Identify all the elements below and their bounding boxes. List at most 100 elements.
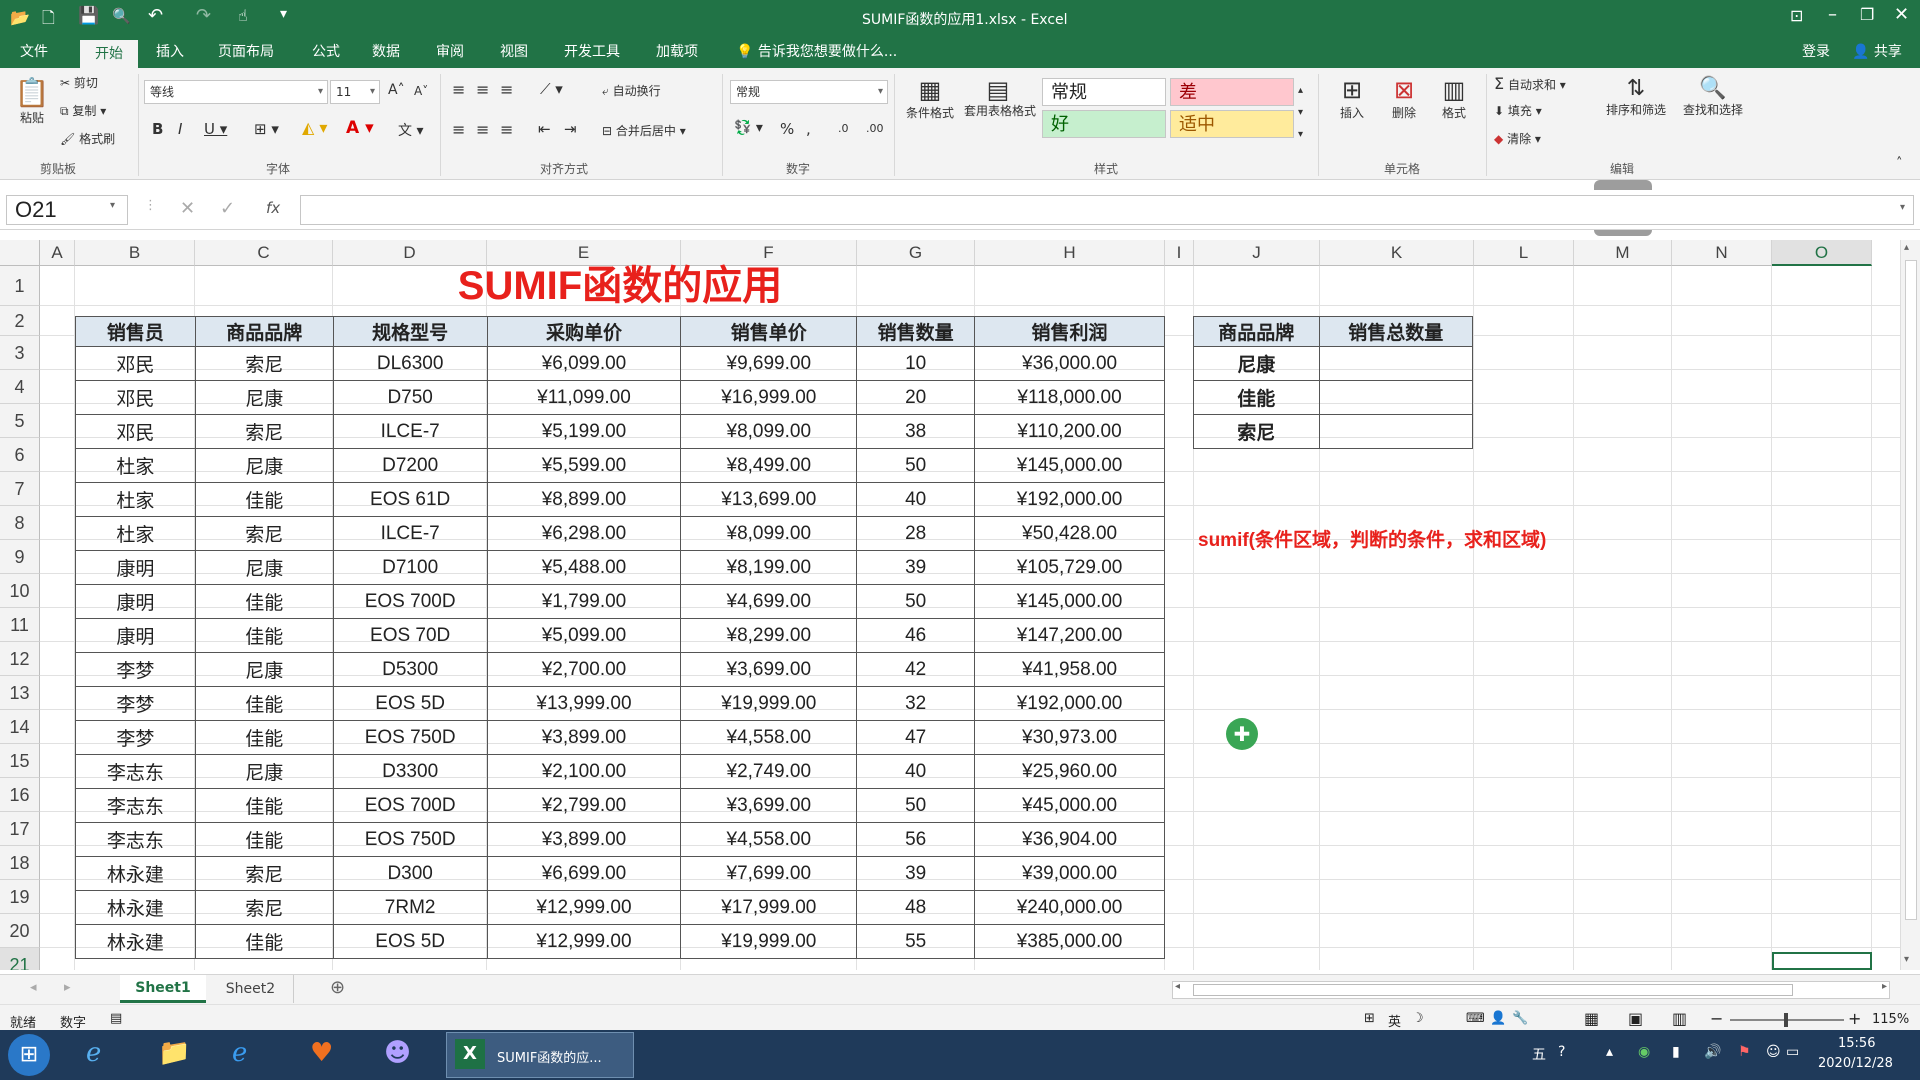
table-cell[interactable]: ¥5,199.00 — [486, 414, 682, 449]
table-cell[interactable]: ¥7,699.00 — [680, 856, 858, 891]
summary-total-cell[interactable] — [1318, 414, 1474, 449]
tab-scroll-right-icon[interactable]: ▸ — [64, 980, 71, 995]
table-cell[interactable]: ¥192,000.00 — [974, 482, 1165, 517]
table-cell[interactable]: ¥6,298.00 — [486, 516, 682, 551]
table-cell[interactable]: ¥13,699.00 — [680, 482, 858, 517]
number-format-select[interactable]: 常规 — [730, 80, 888, 104]
table-cell[interactable]: ILCE-7 — [332, 516, 488, 551]
table-cell[interactable]: ¥12,999.00 — [486, 924, 682, 959]
table-cell[interactable]: 佳能 — [194, 822, 334, 857]
cut-button[interactable]: ✂ 剪切 — [60, 74, 98, 91]
table-cell[interactable]: 李梦 — [75, 686, 196, 721]
tab-insert[interactable]: 插入 — [150, 36, 190, 68]
ime-icon[interactable]: ⊞ — [1364, 1011, 1375, 1026]
table-cell[interactable]: 康明 — [75, 584, 196, 619]
table-cell[interactable]: ¥8,199.00 — [680, 550, 858, 585]
table-cell[interactable]: ¥147,200.00 — [974, 618, 1165, 653]
fill-button[interactable]: ⬇ 填充 ▾ — [1494, 102, 1542, 119]
table-cell[interactable]: ¥11,099.00 — [486, 380, 682, 415]
table-cell[interactable]: 47 — [856, 720, 976, 755]
row-header-10[interactable]: 10 — [0, 574, 40, 608]
table-cell[interactable]: ¥192,000.00 — [974, 686, 1165, 721]
paste-button[interactable]: 📋 粘贴 — [14, 76, 50, 126]
table-cell[interactable]: 40 — [856, 754, 976, 789]
table-cell[interactable]: ¥3,699.00 — [680, 788, 858, 823]
scroll-left-icon[interactable]: ◂ — [1175, 981, 1180, 992]
percent-icon[interactable]: % — [780, 120, 794, 138]
style-normal[interactable]: 常规 — [1042, 78, 1166, 106]
table-cell[interactable]: ¥1,799.00 — [486, 584, 682, 619]
comma-icon[interactable]: , — [806, 120, 811, 138]
increase-decimal-icon[interactable]: .0 — [838, 122, 849, 135]
table-cell[interactable]: ¥110,200.00 — [974, 414, 1165, 449]
tab-developer[interactable]: 开发工具 — [558, 36, 626, 68]
volume-tray-icon[interactable]: 🔊 — [1704, 1044, 1721, 1060]
column-header-n[interactable]: N — [1672, 240, 1772, 266]
table-cell[interactable]: ¥36,000.00 — [974, 346, 1165, 381]
table-cell[interactable]: D7200 — [332, 448, 488, 483]
table-cell[interactable]: ¥16,999.00 — [680, 380, 858, 415]
table-cell[interactable]: 林永建 — [75, 890, 196, 925]
table-cell[interactable]: 50 — [856, 788, 976, 823]
excel-taskbar-button[interactable]: X SUMIF函数的应... — [446, 1032, 634, 1078]
column-header-e[interactable]: E — [487, 240, 681, 266]
table-cell[interactable]: ¥6,699.00 — [486, 856, 682, 891]
increase-font-icon[interactable]: A˄ — [388, 82, 405, 98]
tab-file[interactable]: 文件 — [14, 36, 54, 68]
table-cell[interactable]: 李志东 — [75, 822, 196, 857]
table-cell[interactable]: ¥5,099.00 — [486, 618, 682, 653]
ribbon-display-icon[interactable]: ⊡ — [1790, 6, 1803, 25]
table-cell[interactable]: 林永建 — [75, 924, 196, 959]
confirm-entry-icon[interactable]: ✓ — [220, 198, 235, 219]
row-header-12[interactable]: 12 — [0, 642, 40, 676]
undo-icon[interactable]: ↶ — [148, 5, 163, 26]
table-cell[interactable]: D5300 — [332, 652, 488, 687]
table-cell[interactable]: ¥41,958.00 — [974, 652, 1165, 687]
tab-data[interactable]: 数据 — [366, 36, 406, 68]
summary-brand-cell[interactable]: 佳能 — [1193, 380, 1320, 415]
tab-review[interactable]: 审阅 — [430, 36, 470, 68]
row-header-16[interactable]: 16 — [0, 778, 40, 812]
table-cell[interactable]: ¥2,100.00 — [486, 754, 682, 789]
row-header-1[interactable]: 1 — [0, 266, 40, 306]
table-cell[interactable]: EOS 5D — [332, 924, 488, 959]
table-cell[interactable]: ¥2,799.00 — [486, 788, 682, 823]
collapse-ribbon-icon[interactable]: ˄ — [1896, 156, 1903, 171]
table-cell[interactable]: ¥9,699.00 — [680, 346, 858, 381]
column-header-a[interactable]: A — [40, 240, 75, 266]
row-header-9[interactable]: 9 — [0, 540, 40, 574]
summary-brand-cell[interactable]: 索尼 — [1193, 414, 1320, 449]
row-header-17[interactable]: 17 — [0, 812, 40, 846]
table-cell[interactable]: 佳能 — [194, 924, 334, 959]
wrap-text-button[interactable]: ⤶ 自动换行 — [602, 82, 661, 99]
table-cell[interactable]: 尼康 — [194, 754, 334, 789]
column-header-c[interactable]: C — [195, 240, 333, 266]
table-cell[interactable]: ¥17,999.00 — [680, 890, 858, 925]
table-cell[interactable]: D3300 — [332, 754, 488, 789]
fill-color-icon[interactable]: ◭ ▾ — [302, 118, 327, 137]
align-left-icon[interactable]: ≡ — [452, 120, 465, 139]
align-center-icon[interactable]: ≡ — [476, 120, 489, 139]
font-name-select[interactable]: 等线 — [144, 80, 328, 104]
share-button[interactable]: 👤 共享 — [1846, 36, 1908, 68]
table-cell[interactable]: 46 — [856, 618, 976, 653]
table-cell[interactable]: 48 — [856, 890, 976, 925]
qq-tray-icon[interactable]: ☺ — [1766, 1044, 1781, 1060]
table-cell[interactable]: 杜家 — [75, 516, 196, 551]
table-cell[interactable]: ¥240,000.00 — [974, 890, 1165, 925]
table-cell[interactable]: ¥385,000.00 — [974, 924, 1165, 959]
phonetic-icon[interactable]: 文 ▾ — [398, 120, 423, 140]
redo-icon[interactable]: ↷ — [196, 5, 211, 26]
decrease-font-icon[interactable]: A˅ — [414, 84, 428, 98]
table-cell[interactable]: ¥4,558.00 — [680, 720, 858, 755]
table-cell[interactable]: ¥8,099.00 — [680, 516, 858, 551]
column-header-i[interactable]: I — [1165, 240, 1194, 266]
ie-browser-icon[interactable]: ℯ — [86, 1038, 101, 1068]
copy-button[interactable]: ⧉ 复制 ▾ — [60, 102, 106, 119]
table-cell[interactable]: ILCE-7 — [332, 414, 488, 449]
table-cell[interactable]: 28 — [856, 516, 976, 551]
table-cell[interactable]: D750 — [332, 380, 488, 415]
column-header-b[interactable]: B — [75, 240, 195, 266]
style-good[interactable]: 好 — [1042, 110, 1166, 138]
style-neutral[interactable]: 适中 — [1170, 110, 1294, 138]
